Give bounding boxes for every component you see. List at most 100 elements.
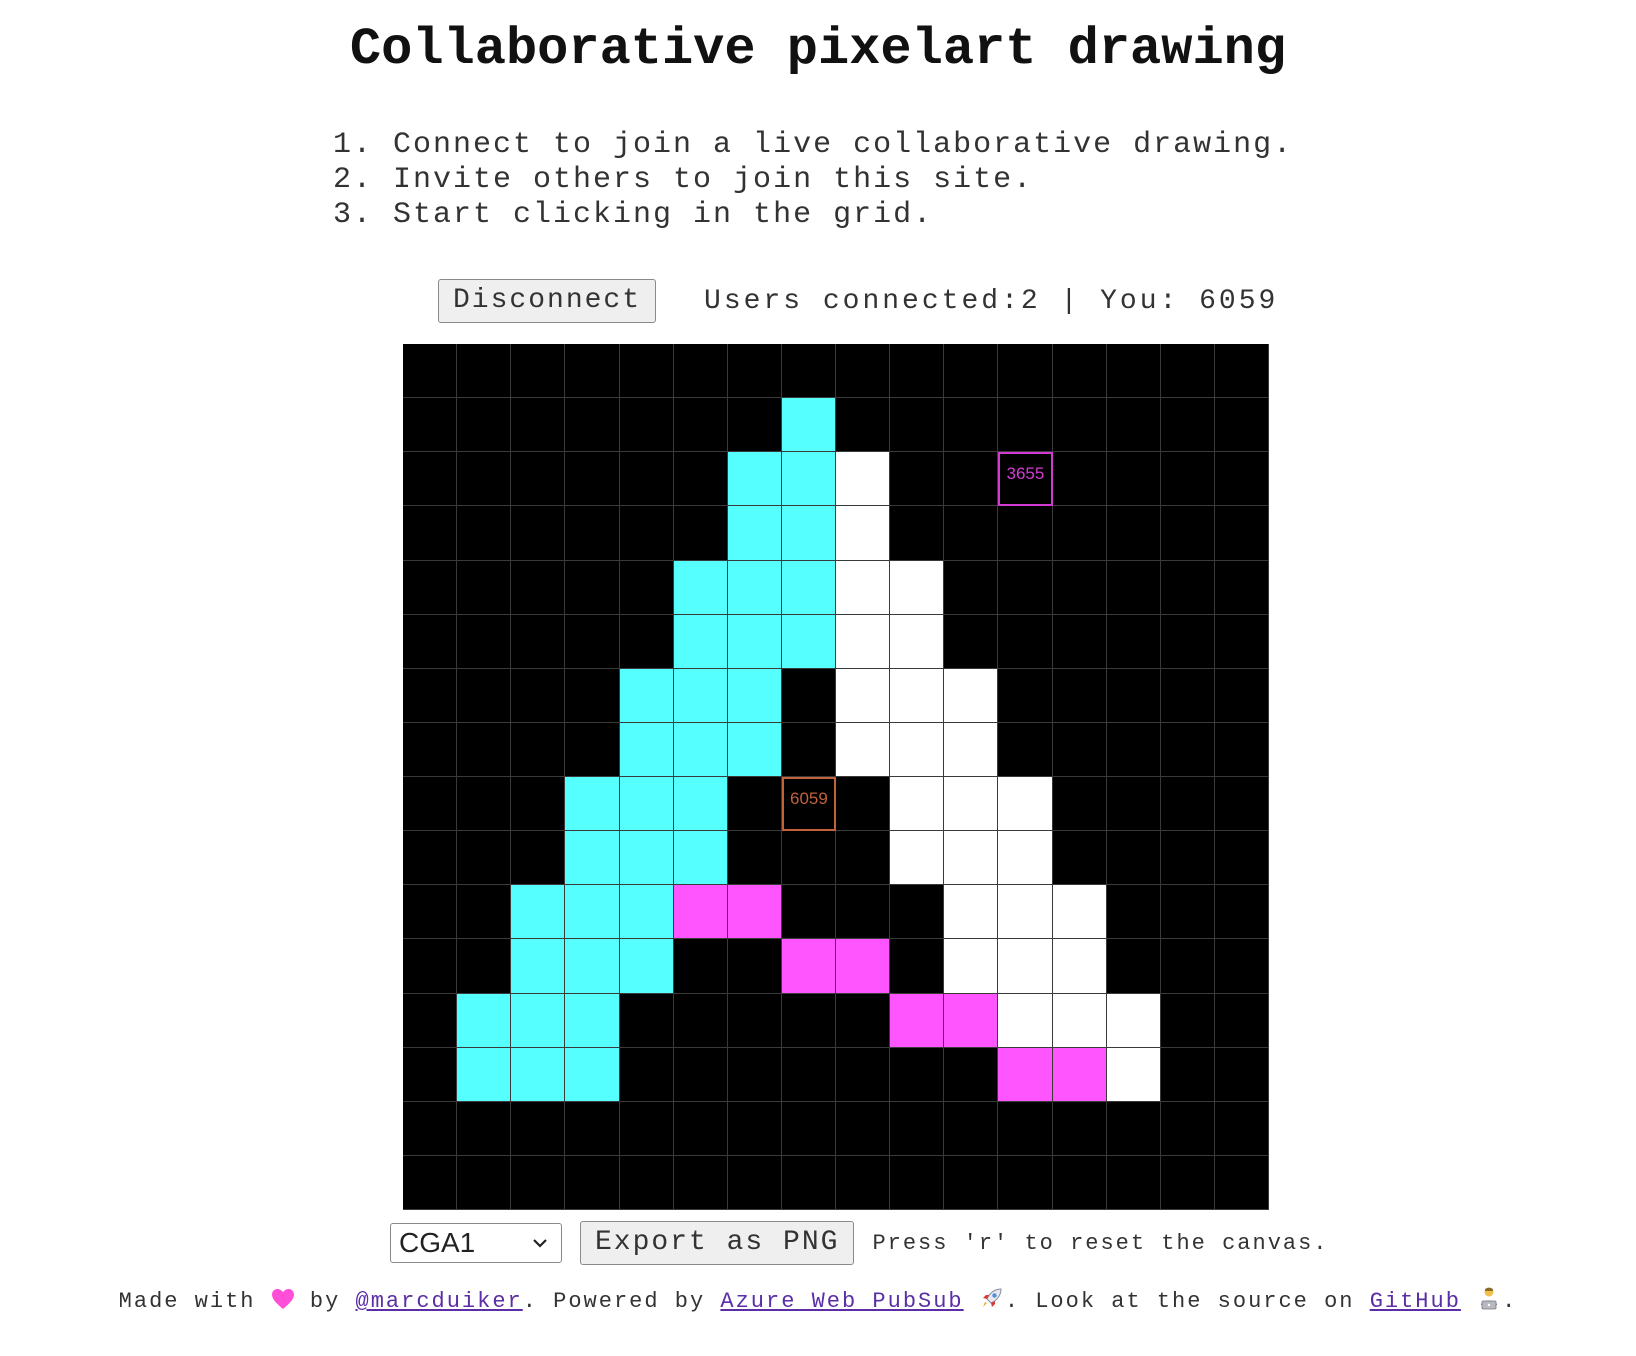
pixel-cell[interactable] — [565, 1101, 620, 1156]
pixel-cell[interactable] — [403, 452, 458, 507]
pixel-cell[interactable] — [1106, 560, 1161, 615]
pixel-cell[interactable] — [836, 344, 891, 399]
pixel-cell[interactable] — [944, 668, 999, 723]
export-png-button[interactable]: Export as PNG — [580, 1221, 855, 1265]
pixel-cell[interactable] — [1214, 993, 1269, 1048]
pixel-cell[interactable] — [1214, 452, 1269, 507]
pixel-cell[interactable] — [944, 885, 999, 940]
pixel-cell[interactable] — [511, 722, 566, 777]
pixel-cell[interactable] — [673, 831, 728, 886]
pixel-cell[interactable] — [1106, 398, 1161, 453]
pixel-cell[interactable] — [1106, 831, 1161, 886]
pixel-cell[interactable] — [457, 452, 512, 507]
pixel-cell[interactable] — [1052, 560, 1107, 615]
pixel-cell[interactable] — [944, 722, 999, 777]
disconnect-button[interactable]: Disconnect — [438, 279, 657, 323]
pixel-cell[interactable] — [565, 506, 620, 561]
pixel-cell[interactable] — [1160, 993, 1215, 1048]
pixel-cell[interactable] — [727, 777, 782, 832]
pixel-cell[interactable] — [781, 398, 836, 453]
pixel-cell[interactable] — [1052, 777, 1107, 832]
pixel-cell[interactable] — [511, 506, 566, 561]
pixel-cell[interactable] — [619, 668, 674, 723]
pixel-cell[interactable] — [781, 344, 836, 399]
pixel-cell[interactable] — [511, 831, 566, 886]
pixel-cell[interactable] — [457, 1101, 512, 1156]
pixel-cell[interactable] — [998, 885, 1053, 940]
pixel-cell[interactable] — [890, 777, 945, 832]
pixel-cell[interactable] — [1106, 1047, 1161, 1102]
pixel-cell[interactable] — [998, 560, 1053, 615]
pixel-cell[interactable] — [511, 939, 566, 994]
pixel-cell[interactable] — [727, 452, 782, 507]
pixel-cell[interactable] — [890, 560, 945, 615]
pixel-cell[interactable] — [619, 722, 674, 777]
pixel-cell[interactable] — [403, 344, 458, 399]
pixel-cell[interactable] — [836, 831, 891, 886]
pixel-cell[interactable] — [673, 614, 728, 669]
pixel-cell[interactable] — [890, 344, 945, 399]
pixel-cell[interactable] — [998, 1047, 1053, 1102]
pixel-cell[interactable] — [727, 344, 782, 399]
pixel-cell[interactable] — [781, 939, 836, 994]
pixel-cell[interactable] — [1106, 614, 1161, 669]
pixel-cell[interactable] — [1106, 885, 1161, 940]
pixel-cell[interactable] — [619, 614, 674, 669]
pixel-cell[interactable] — [565, 560, 620, 615]
pixel-cell[interactable] — [403, 722, 458, 777]
pixel-cell[interactable] — [781, 993, 836, 1048]
pixel-cell[interactable] — [944, 344, 999, 399]
pixel-cell[interactable] — [1160, 398, 1215, 453]
pixel-cell[interactable] — [1160, 506, 1215, 561]
pixel-cell[interactable] — [1052, 993, 1107, 1048]
pixel-cell[interactable] — [403, 398, 458, 453]
pixel-cell[interactable] — [403, 777, 458, 832]
pixel-cell[interactable] — [998, 777, 1053, 832]
pixel-cell[interactable] — [836, 722, 891, 777]
pixel-cell[interactable] — [673, 722, 728, 777]
pixel-cell[interactable] — [565, 885, 620, 940]
pixel-cell[interactable] — [727, 668, 782, 723]
pixel-cell[interactable] — [836, 452, 891, 507]
pixel-cell[interactable] — [890, 885, 945, 940]
pixel-cell[interactable] — [890, 1155, 945, 1210]
pixel-cell[interactable] — [1214, 560, 1269, 615]
pixel-cell[interactable] — [1106, 344, 1161, 399]
pixel-cell[interactable] — [727, 398, 782, 453]
pixel-cell[interactable] — [1052, 722, 1107, 777]
pixel-cell[interactable] — [781, 885, 836, 940]
pixel-cell[interactable] — [565, 939, 620, 994]
pixel-cell[interactable] — [998, 1155, 1053, 1210]
pixel-cell[interactable] — [781, 614, 836, 669]
pixel-cell[interactable] — [727, 722, 782, 777]
pixel-cell[interactable] — [998, 831, 1053, 886]
pixel-cell[interactable] — [1052, 1047, 1107, 1102]
pixel-cell[interactable] — [619, 560, 674, 615]
pixel-cell[interactable] — [619, 506, 674, 561]
pixel-cell[interactable] — [1214, 939, 1269, 994]
pixel-cell[interactable] — [565, 722, 620, 777]
pixel-cell[interactable] — [457, 614, 512, 669]
pixel-cell[interactable] — [619, 993, 674, 1048]
pixel-cell[interactable] — [836, 560, 891, 615]
pixel-cell[interactable] — [673, 452, 728, 507]
pixel-cell[interactable] — [565, 993, 620, 1048]
pixel-cell[interactable] — [1106, 722, 1161, 777]
pixel-cell[interactable] — [1214, 1155, 1269, 1210]
palette-select[interactable]: CGA1 — [390, 1223, 562, 1263]
pixel-cell[interactable] — [673, 993, 728, 1048]
pixel-cell[interactable] — [1106, 506, 1161, 561]
pixel-cell[interactable] — [890, 1101, 945, 1156]
pixel-cell[interactable] — [511, 993, 566, 1048]
pixel-cell[interactable] — [1160, 831, 1215, 886]
pixel-cell[interactable] — [1214, 722, 1269, 777]
pixel-cell[interactable] — [1106, 777, 1161, 832]
pixel-cell[interactable] — [781, 452, 836, 507]
pixel-cell[interactable] — [673, 939, 728, 994]
pixel-canvas[interactable]: 3655 6059 — [403, 344, 1269, 1210]
pixel-cell[interactable] — [457, 560, 512, 615]
pixel-cell[interactable] — [836, 1101, 891, 1156]
pixel-cell[interactable] — [565, 1047, 620, 1102]
pixel-cell[interactable] — [673, 1101, 728, 1156]
pixel-cell[interactable] — [511, 885, 566, 940]
